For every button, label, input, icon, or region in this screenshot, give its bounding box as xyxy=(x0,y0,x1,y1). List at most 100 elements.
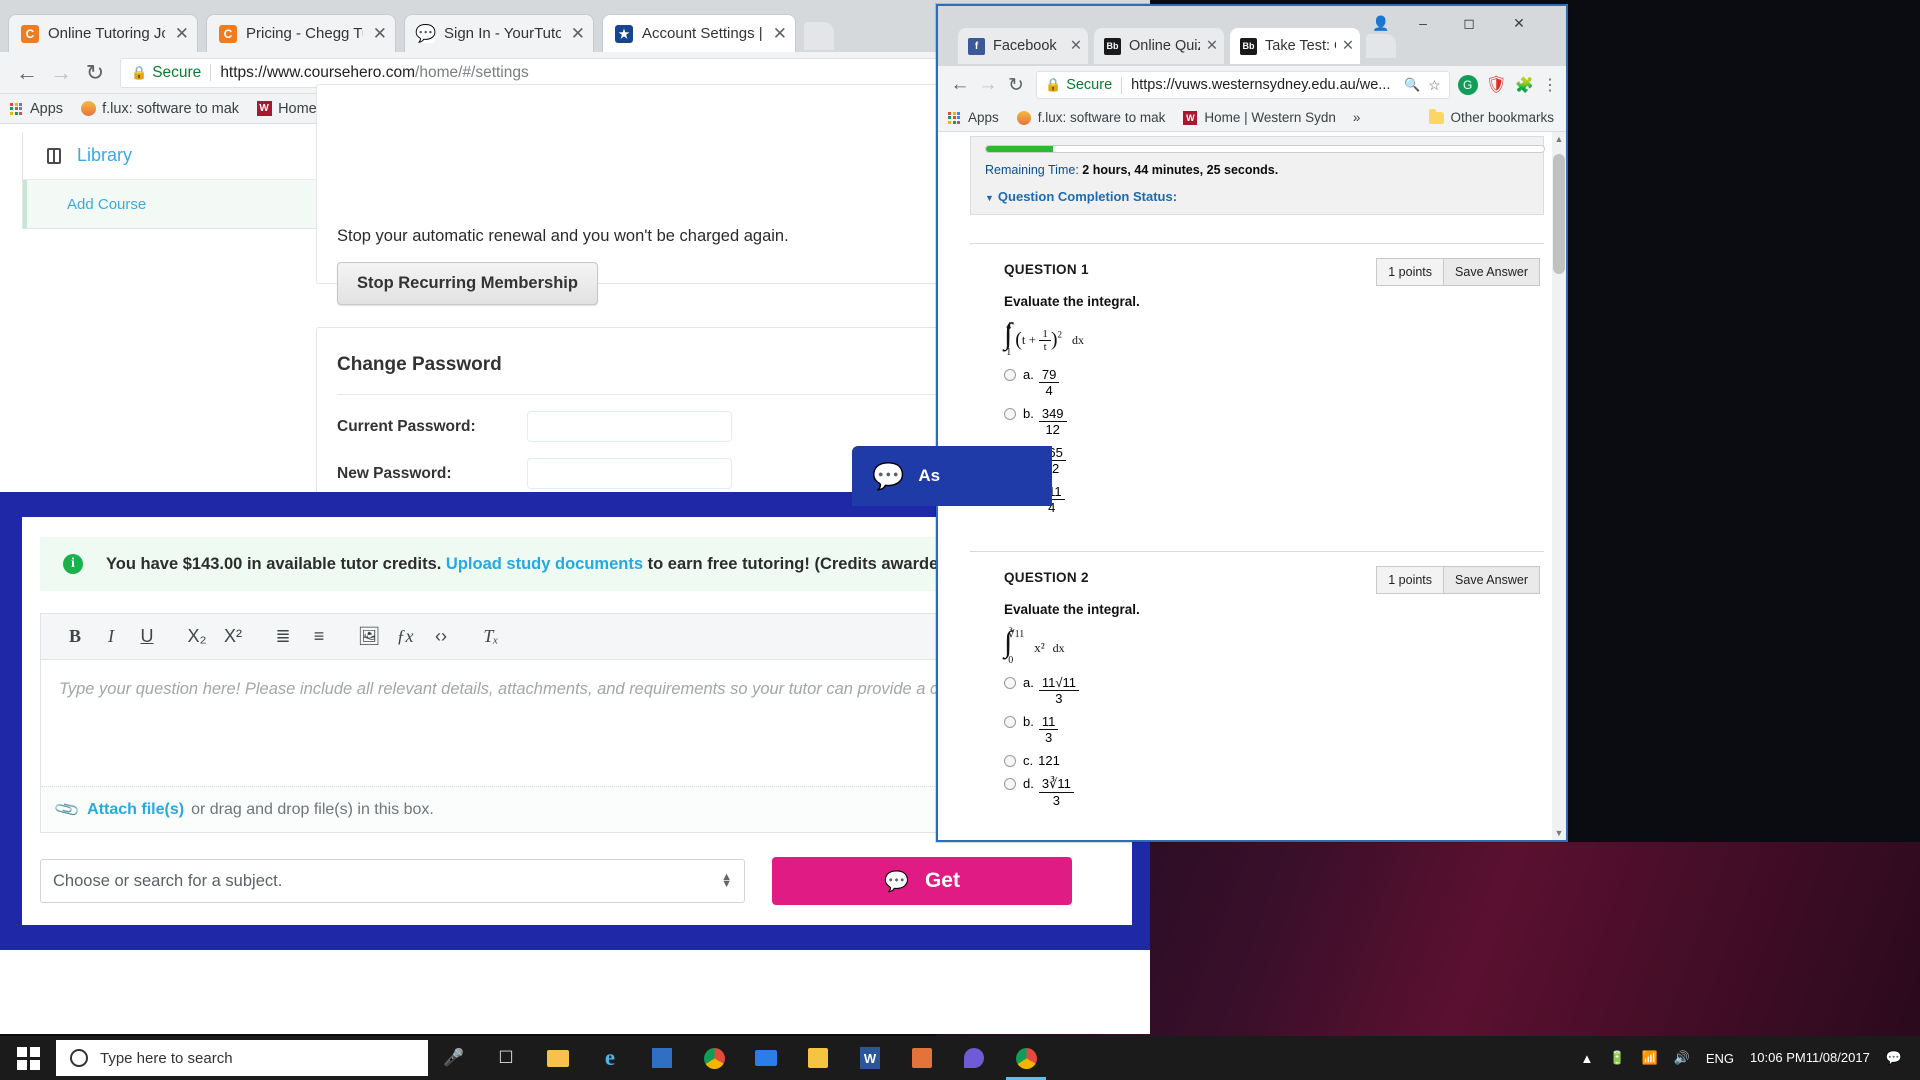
scrollbar-thumb[interactable] xyxy=(1553,154,1565,274)
account-icon[interactable]: 👤 xyxy=(1360,10,1402,36)
formula-button[interactable]: ƒx xyxy=(387,619,423,655)
superscript-button[interactable]: X² xyxy=(215,619,251,655)
close-icon[interactable]: ✕ xyxy=(1498,10,1540,36)
chrome-icon[interactable] xyxy=(688,1036,740,1080)
browser-tab-2[interactable]: C Pricing - Chegg Tutors | ✕ xyxy=(206,14,396,52)
browser-tab-4-active[interactable]: ★ Account Settings | Dashb ✕ xyxy=(602,14,796,52)
chevron-updown-icon[interactable]: ▲ ▼ xyxy=(721,872,732,890)
task-view-icon[interactable]: ☐ xyxy=(480,1036,532,1080)
browser-tab-facebook[interactable]: f Facebook ✕ xyxy=(958,28,1088,64)
bookmarks-overflow[interactable]: » xyxy=(1353,110,1361,125)
radio-icon[interactable] xyxy=(1004,408,1016,420)
action-center-icon[interactable]: 💬 xyxy=(1878,1050,1910,1066)
maximize-icon[interactable]: ◻ xyxy=(1448,10,1490,36)
option-1d[interactable]: d. 1114 xyxy=(1004,484,1544,515)
address-bar[interactable]: 🔒 Secure https://vuws.westernsydney.edu.… xyxy=(1036,71,1450,99)
bookmark-apps[interactable]: Apps xyxy=(8,101,63,117)
option-2b[interactable]: b. 11 3 xyxy=(1004,714,1544,745)
bookmark-western-sydney[interactable]: W Home | Western Sydn xyxy=(1182,110,1336,126)
question-completion-status[interactable]: ▼ Question Completion Status: xyxy=(985,189,1529,204)
taskbar-search-input[interactable]: Type here to search xyxy=(56,1040,428,1076)
radio-icon[interactable] xyxy=(1004,716,1016,728)
new-password-input[interactable] xyxy=(527,458,732,489)
wifi-icon[interactable]: 📶 xyxy=(1634,1050,1666,1066)
get-help-button[interactable]: 💬 Get xyxy=(772,857,1072,905)
profile-g-icon[interactable]: G xyxy=(1457,75,1478,95)
option-1b[interactable]: b. 349 12 xyxy=(1004,406,1544,437)
tab-close-icon[interactable]: ✕ xyxy=(773,25,787,42)
bookmark-other-bookmarks[interactable]: Other bookmarks xyxy=(1428,108,1554,126)
ask-tutor-widget[interactable]: 💬 As xyxy=(852,446,1052,506)
bookmark-flux[interactable]: f.lux: software to mak xyxy=(80,101,239,117)
upload-study-documents-link[interactable]: Upload study documents xyxy=(446,555,643,573)
tab-close-icon[interactable]: ✕ xyxy=(175,25,189,42)
save-answer-button[interactable]: Save Answer xyxy=(1444,567,1539,593)
browser-tab-online-quizzes[interactable]: Bb Online Quizzes ✕ xyxy=(1094,28,1224,64)
bookmark-star-icon[interactable]: ☆ xyxy=(1428,77,1441,94)
microphone-icon[interactable]: 🎤 xyxy=(428,1036,480,1080)
option-1c[interactable]: c. 36512 xyxy=(1004,445,1544,476)
browser-tab-1[interactable]: C Online Tutoring Jobs | Ch ✕ xyxy=(8,14,198,52)
tab-close-icon[interactable]: ✕ xyxy=(1070,38,1082,54)
option-2a[interactable]: a. 11√11 3 xyxy=(1004,675,1544,706)
reload-icon[interactable]: ↻ xyxy=(78,56,112,90)
italic-button[interactable]: I xyxy=(93,619,129,655)
option-2d[interactable]: d. 3∛11 3 xyxy=(1004,776,1544,808)
windows-start-icon[interactable] xyxy=(0,1036,56,1080)
save-answer-button[interactable]: Save Answer xyxy=(1444,259,1539,285)
file-explorer-icon[interactable] xyxy=(532,1036,584,1080)
radio-icon[interactable] xyxy=(1004,677,1016,689)
extension-icon[interactable]: 🧩 xyxy=(1515,76,1534,94)
taskbar-clock[interactable]: 10:06 PM 11/08/2017 xyxy=(1742,1050,1878,1066)
option-1a[interactable]: a. 79 4 xyxy=(1004,367,1544,398)
subject-select[interactable]: Choose or search for a subject. ▲ ▼ xyxy=(40,859,745,903)
back-arrow-icon[interactable]: ← xyxy=(946,68,974,102)
tab-close-icon[interactable]: ✕ xyxy=(1342,38,1354,54)
bookmark-flux[interactable]: f.lux: software to mak xyxy=(1016,110,1165,126)
language-indicator[interactable]: ENG xyxy=(1698,1051,1742,1066)
underline-button[interactable]: U xyxy=(129,619,165,655)
radio-icon[interactable] xyxy=(1004,369,1016,381)
volume-icon[interactable]: 🔊 xyxy=(1666,1050,1698,1066)
tab-close-icon[interactable]: ✕ xyxy=(571,25,585,42)
new-tab-button[interactable] xyxy=(1366,34,1396,58)
new-tab-button[interactable] xyxy=(804,22,834,50)
store-icon[interactable] xyxy=(636,1036,688,1080)
radio-icon[interactable] xyxy=(1004,778,1016,790)
word-icon[interactable]: W xyxy=(844,1036,896,1080)
notes-icon[interactable] xyxy=(792,1036,844,1080)
minimize-icon[interactable]: – xyxy=(1402,10,1444,36)
paint-icon[interactable] xyxy=(948,1036,1000,1080)
chrome-window-blackboard[interactable]: 👤 – ◻ ✕ f Facebook ✕ Bb Online Quizzes ✕… xyxy=(936,4,1568,842)
radio-icon[interactable] xyxy=(1004,755,1016,767)
back-arrow-icon[interactable]: ← xyxy=(10,56,44,90)
attach-files-link[interactable]: Attach file(s) xyxy=(87,801,184,819)
tab-close-icon[interactable]: ✕ xyxy=(1206,38,1218,54)
scroll-up-icon[interactable]: ▲ xyxy=(1553,134,1565,148)
current-password-input[interactable] xyxy=(527,411,732,442)
chrome-active-icon[interactable] xyxy=(1000,1036,1052,1080)
show-hidden-icons-icon[interactable]: ▲ xyxy=(1572,1051,1601,1066)
bold-button[interactable]: B xyxy=(57,619,93,655)
edge-icon[interactable]: e xyxy=(584,1036,636,1080)
stop-recurring-membership-button[interactable]: Stop Recurring Membership xyxy=(337,262,598,305)
browser-tab-take-test-active[interactable]: Bb Take Test: Onli ✕ xyxy=(1230,28,1360,64)
forward-arrow-icon[interactable]: → xyxy=(974,68,1002,102)
mail-icon[interactable] xyxy=(740,1036,792,1080)
page-scrollbar[interactable]: ▲ ▼ xyxy=(1552,132,1566,840)
kebab-menu-icon[interactable]: ⋮ xyxy=(1542,75,1558,95)
search-zoom-icon[interactable]: 🔍 xyxy=(1404,77,1420,93)
calculator-icon[interactable] xyxy=(896,1036,948,1080)
bookmark-apps[interactable]: Apps xyxy=(946,110,999,126)
sidebar-item-add-course[interactable]: Add Course xyxy=(23,180,361,228)
bullet-list-button[interactable]: ≡ xyxy=(301,619,337,655)
browser-tab-3[interactable]: 💬 Sign In - YourTutor ✕ xyxy=(404,14,594,52)
code-button[interactable]: ‹› xyxy=(423,619,459,655)
subscript-button[interactable]: X₂ xyxy=(179,619,215,655)
ordered-list-button[interactable]: ≣ xyxy=(265,619,301,655)
forward-arrow-icon[interactable]: → xyxy=(44,56,78,90)
clear-format-button[interactable]: Tₓ xyxy=(473,619,509,655)
tab-close-icon[interactable]: ✕ xyxy=(373,25,387,42)
sidebar-item-library[interactable]: Library xyxy=(23,132,361,180)
shield-icon[interactable]: 🛡 xyxy=(1486,75,1508,95)
